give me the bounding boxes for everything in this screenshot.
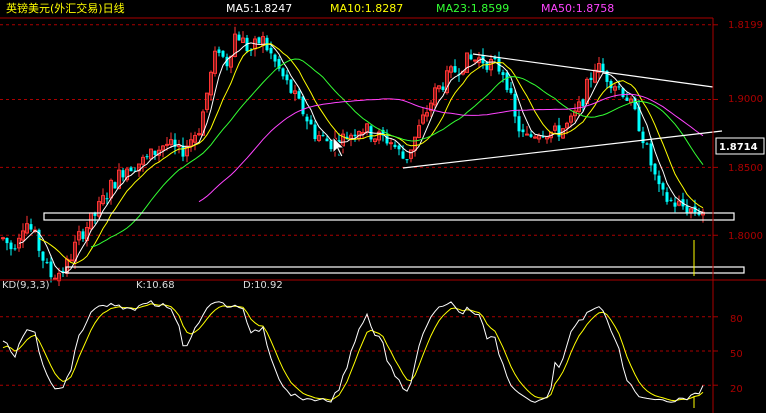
candle-body-down — [581, 99, 585, 107]
candle-body-down — [285, 74, 289, 81]
candle-body-down — [257, 37, 261, 44]
ma10-label: MA10:1.8287 — [330, 2, 403, 15]
candle-body-down — [453, 66, 457, 73]
support-band-2 — [65, 266, 745, 274]
forex-chart: 英镑美元(外汇交易)日线 MA5:1.8247 MA10:1.8287 MA23… — [0, 1, 766, 413]
candle-body-down — [289, 79, 293, 93]
candle-body-down — [273, 54, 277, 62]
candle-body-down — [217, 49, 221, 53]
candle-body-down — [305, 116, 309, 122]
candle-body-down — [657, 175, 661, 185]
kd-tick-80: 80 — [730, 314, 743, 325]
candle-body-down — [517, 116, 521, 132]
moving-average-lines — [18, 42, 704, 274]
ma23-label: MA23:1.8599 — [436, 2, 509, 15]
candle-body-down — [321, 135, 325, 137]
candle-body-down — [145, 156, 149, 158]
candle-body-up — [53, 277, 57, 280]
candle-body-down — [9, 242, 13, 250]
candle-body-down — [397, 145, 401, 150]
candle-body-up — [165, 143, 169, 146]
candle-body-down — [441, 86, 445, 90]
candle-body-down — [509, 88, 513, 93]
candle-body-down — [153, 150, 157, 155]
candle-body-down — [237, 34, 241, 41]
candle-body-down — [221, 50, 225, 57]
candle-body-down — [113, 182, 117, 189]
candle-body-down — [325, 138, 329, 142]
chart-annotations — [43, 53, 745, 276]
candle-body-down — [129, 167, 133, 172]
chart-title: 英镑美元(外汇交易)日线 — [6, 1, 125, 15]
candle-body-down — [329, 140, 333, 150]
candle-body-down — [505, 72, 509, 90]
candle-body-down — [501, 72, 505, 76]
ma50-label: MA50:1.8758 — [541, 2, 614, 15]
candle-body-down — [685, 206, 689, 214]
candle-body-down — [393, 144, 397, 148]
kd-d-line — [2, 303, 704, 402]
candle-body-down — [645, 143, 649, 145]
candle-body-down — [557, 125, 561, 137]
kd-k-line — [2, 300, 704, 403]
candle-body-down — [81, 231, 85, 239]
candle-body-up — [389, 142, 393, 145]
candle-body-down — [469, 54, 473, 60]
candle-body-down — [281, 68, 285, 77]
price-tick-2: 1.9000 — [728, 94, 763, 105]
candle-body-down — [485, 62, 489, 70]
candle-body-down — [589, 77, 593, 80]
candle-body-down — [313, 124, 317, 140]
candle-body-down — [673, 202, 677, 207]
candle-body-down — [5, 237, 9, 244]
candle-body-down — [405, 159, 409, 161]
candle-body-down — [625, 97, 629, 101]
candle-body-down — [513, 93, 517, 117]
candle-body-down — [41, 251, 45, 261]
candle-body-down — [661, 183, 665, 190]
candle-body-down — [641, 131, 645, 144]
candle-body-down — [665, 192, 669, 202]
candle-body-down — [13, 248, 17, 250]
kd-d-value: D:10.92 — [243, 280, 283, 291]
price-tick-3: 1.8500 — [728, 163, 763, 174]
kd-label: KD(9,3,3) — [2, 280, 50, 291]
current-price-label: 1.8714 — [719, 142, 758, 153]
price-tick-4: 1.8000 — [728, 231, 763, 242]
candle-body-down — [617, 86, 621, 88]
candlestick-series — [1, 26, 705, 286]
candle-body-down — [297, 91, 301, 99]
price-tick-1: 1.8199 — [728, 20, 763, 31]
candle-body-down — [45, 262, 49, 264]
candle-body-down — [601, 63, 605, 73]
candle-body-down — [301, 96, 305, 115]
candle-body-down — [29, 224, 33, 230]
ma10-line — [38, 43, 704, 265]
candle-body-down — [121, 170, 125, 178]
candle-body-up — [69, 259, 73, 262]
candle-body-down — [521, 129, 525, 133]
kd-tick-50: 50 — [730, 349, 743, 360]
support-band-1 — [43, 212, 735, 221]
candle-body-down — [309, 119, 313, 125]
kd-k-value: K:10.68 — [136, 280, 175, 291]
candle-body-down — [105, 198, 109, 200]
ma5-line — [18, 42, 704, 274]
ma50-line — [198, 93, 704, 203]
candle-body-up — [533, 136, 537, 139]
candle-body-down — [49, 261, 53, 278]
axes — [0, 17, 766, 413]
candle-body-down — [353, 134, 357, 137]
candle-body-down — [669, 199, 673, 201]
candle-body-up — [525, 133, 529, 136]
candle-body-down — [653, 163, 657, 175]
kd-tick-20: 20 — [730, 384, 743, 395]
candle-body-down — [529, 134, 533, 137]
ma5-label: MA5:1.8247 — [226, 2, 292, 15]
candle-body-down — [269, 47, 273, 54]
candle-body-down — [401, 151, 405, 159]
candle-body-down — [649, 143, 653, 166]
candle-body-up — [473, 59, 477, 62]
